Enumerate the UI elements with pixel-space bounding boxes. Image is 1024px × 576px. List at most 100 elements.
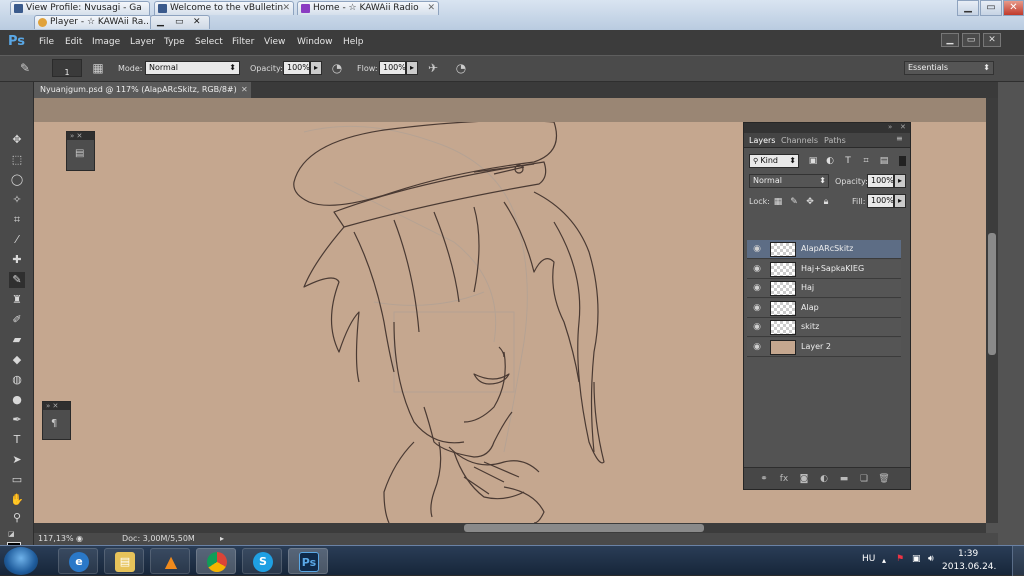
taskbar-app-vlc[interactable]: ▲ bbox=[150, 548, 190, 574]
tab-layers[interactable]: Layers bbox=[749, 136, 775, 145]
menu-file[interactable]: File bbox=[39, 37, 54, 47]
mini-panel-header[interactable]: » ✕ bbox=[43, 402, 70, 410]
shape-tool-icon[interactable]: ▭ bbox=[9, 472, 25, 488]
workspace-select[interactable]: Essentials ⬍ bbox=[904, 61, 994, 75]
zoom-level[interactable]: 117,13% bbox=[38, 533, 74, 545]
menu-filter[interactable]: Filter bbox=[232, 37, 254, 47]
new-group-icon[interactable]: ▬ bbox=[838, 473, 850, 485]
taskbar-app-internet-explorer[interactable]: e bbox=[58, 548, 98, 574]
ps-close-button[interactable]: ✕ bbox=[983, 33, 1001, 47]
action-center-flag-icon[interactable]: ⚑ bbox=[896, 554, 904, 564]
eye-icon[interactable]: ◉ bbox=[751, 302, 763, 314]
layer-row[interactable]: ◉ Layer 2 bbox=[747, 338, 901, 357]
ps-minimize-button[interactable]: ▁ bbox=[941, 33, 959, 47]
maximize-icon[interactable]: ▭ bbox=[175, 16, 184, 29]
pen-tool-icon[interactable]: ✒ bbox=[9, 412, 25, 428]
lasso-tool-icon[interactable]: ◯ bbox=[9, 172, 25, 188]
flow-input[interactable]: 100% bbox=[379, 61, 406, 75]
close-icon[interactable]: ✕ bbox=[900, 123, 906, 131]
close-icon[interactable]: ✕ bbox=[193, 16, 201, 29]
quick-select-tool-icon[interactable]: ✧ bbox=[9, 192, 25, 208]
menu-select[interactable]: Select bbox=[195, 37, 223, 47]
eye-icon[interactable]: ◉ bbox=[751, 243, 763, 255]
layer-opacity-dropdown[interactable]: ▸ bbox=[894, 174, 906, 188]
hand-tool-icon[interactable]: ✋ bbox=[9, 492, 25, 508]
close-document-icon[interactable]: ✕ bbox=[241, 82, 248, 98]
ps-maximize-button[interactable]: ▭ bbox=[962, 33, 980, 47]
new-layer-icon[interactable]: ❏ bbox=[858, 473, 870, 485]
layer-row[interactable]: ◉ Haj+SapkaKIEG bbox=[747, 260, 901, 279]
adjustment-layer-icon[interactable]: ◐ bbox=[818, 473, 830, 485]
minimize-icon[interactable]: ▁ bbox=[157, 16, 164, 29]
mode-select[interactable]: Normal ⬍ bbox=[145, 61, 240, 75]
browser-tab-home[interactable]: Home - ☆ KAWAii Radio ✕ bbox=[297, 1, 439, 15]
clock-date[interactable]: 2013.06.24. bbox=[942, 562, 996, 572]
document-tab[interactable]: Nyuanjgum.psd @ 117% (AlapARcSkitz, RGB/… bbox=[34, 82, 251, 98]
lock-transparency-icon[interactable]: ▦ bbox=[772, 196, 784, 208]
move-tool-icon[interactable]: ✥ bbox=[9, 132, 25, 148]
start-button[interactable] bbox=[4, 547, 38, 575]
brush-size-picker[interactable]: 1 bbox=[52, 59, 82, 77]
vertical-scroll-thumb[interactable] bbox=[988, 233, 996, 355]
brush-presets-icon[interactable]: ▤ bbox=[75, 148, 84, 159]
horizontal-scrollbar[interactable] bbox=[34, 523, 986, 533]
eyedropper-tool-icon[interactable]: ⁄ bbox=[9, 232, 25, 248]
path-select-tool-icon[interactable]: ➤ bbox=[9, 452, 25, 468]
menu-image[interactable]: Image bbox=[92, 37, 120, 47]
paragraph-icon[interactable]: ¶ bbox=[51, 418, 57, 429]
browser-tab-player[interactable]: Player - ☆ KAWAii Ra... bbox=[34, 15, 152, 29]
menu-help[interactable]: Help bbox=[343, 37, 364, 47]
lock-all-icon[interactable]: 🔒︎ bbox=[820, 196, 832, 208]
window-close-button[interactable]: ✕ bbox=[1003, 0, 1024, 16]
add-mask-icon[interactable]: ◙ bbox=[798, 473, 810, 485]
close-tab-icon[interactable]: ✕ bbox=[282, 2, 290, 15]
menu-edit[interactable]: Edit bbox=[65, 37, 82, 47]
mini-panel-header[interactable]: » ✕ bbox=[67, 132, 94, 140]
window-maximize-button[interactable]: ▭ bbox=[980, 0, 1002, 16]
healing-tool-icon[interactable]: ✚ bbox=[9, 252, 25, 268]
menu-view[interactable]: View bbox=[264, 37, 285, 47]
fill-dropdown[interactable]: ▸ bbox=[894, 194, 906, 208]
opacity-dropdown-button[interactable]: ▸ bbox=[310, 61, 322, 75]
collapse-icon[interactable]: » bbox=[888, 123, 892, 131]
taskbar-app-photoshop[interactable]: Ps bbox=[288, 548, 328, 574]
eye-icon[interactable]: ◉ bbox=[751, 263, 763, 275]
layer-row[interactable]: ◉ skitz bbox=[747, 318, 901, 337]
type-tool-icon[interactable]: T bbox=[9, 432, 25, 448]
filter-toggle[interactable] bbox=[899, 156, 906, 166]
tab-channels[interactable]: Channels bbox=[781, 136, 818, 145]
show-desktop-button[interactable] bbox=[1012, 546, 1024, 576]
filter-type-icon[interactable]: T bbox=[842, 155, 854, 167]
browser-tab-view-profile[interactable]: View Profile: Nvusagi - Ga bbox=[10, 1, 150, 15]
vertical-scrollbar[interactable] bbox=[986, 98, 998, 523]
layer-opacity-input[interactable]: 100% bbox=[867, 174, 894, 188]
filter-adjustment-icon[interactable]: ◐ bbox=[824, 155, 836, 167]
brush-preset-icon[interactable]: ✎ bbox=[17, 60, 33, 76]
stamp-tool-icon[interactable]: ♜ bbox=[9, 292, 25, 308]
layer-row[interactable]: ◉ Haj bbox=[747, 279, 901, 298]
eye-icon[interactable]: ◉ bbox=[751, 321, 763, 333]
marquee-tool-icon[interactable]: ⬚ bbox=[9, 152, 25, 168]
filter-pixel-icon[interactable]: ▣ bbox=[807, 155, 819, 167]
default-colors-icon[interactable]: ◪ bbox=[8, 530, 18, 540]
brush-panel-icon[interactable]: ▦ bbox=[90, 60, 106, 76]
blend-mode-select[interactable]: Normal ⬍ bbox=[749, 174, 829, 188]
fill-input[interactable]: 100% bbox=[867, 194, 894, 208]
browser-tab-vbulletin[interactable]: Welcome to the vBulletin ✕ bbox=[154, 1, 294, 15]
status-info-icon[interactable]: ◉ bbox=[76, 533, 83, 545]
layer-row[interactable]: ◉ AlapARcSkitz bbox=[747, 240, 901, 259]
lock-pixels-icon[interactable]: ✎ bbox=[788, 196, 800, 208]
show-hidden-icons-icon[interactable]: ▴ bbox=[882, 556, 886, 565]
taskbar-app-skype[interactable]: S bbox=[242, 548, 282, 574]
airbrush-icon[interactable]: ✈ bbox=[425, 60, 441, 76]
menu-layer[interactable]: Layer bbox=[130, 37, 155, 47]
link-layers-icon[interactable]: ⚭ bbox=[758, 473, 770, 485]
layer-row[interactable]: ◉ Alap bbox=[747, 299, 901, 318]
layer-style-icon[interactable]: fx bbox=[778, 473, 790, 485]
network-icon[interactable]: ▣ bbox=[912, 554, 921, 564]
layer-filter-select[interactable]: ⚲ Kind ⬍ bbox=[749, 154, 799, 168]
eye-icon[interactable]: ◉ bbox=[751, 341, 763, 353]
volume-icon[interactable]: 🔊︎ bbox=[928, 554, 934, 564]
brush-tool-icon[interactable]: ✎ bbox=[9, 272, 25, 288]
window-minimize-button[interactable]: ▁ bbox=[957, 0, 979, 16]
